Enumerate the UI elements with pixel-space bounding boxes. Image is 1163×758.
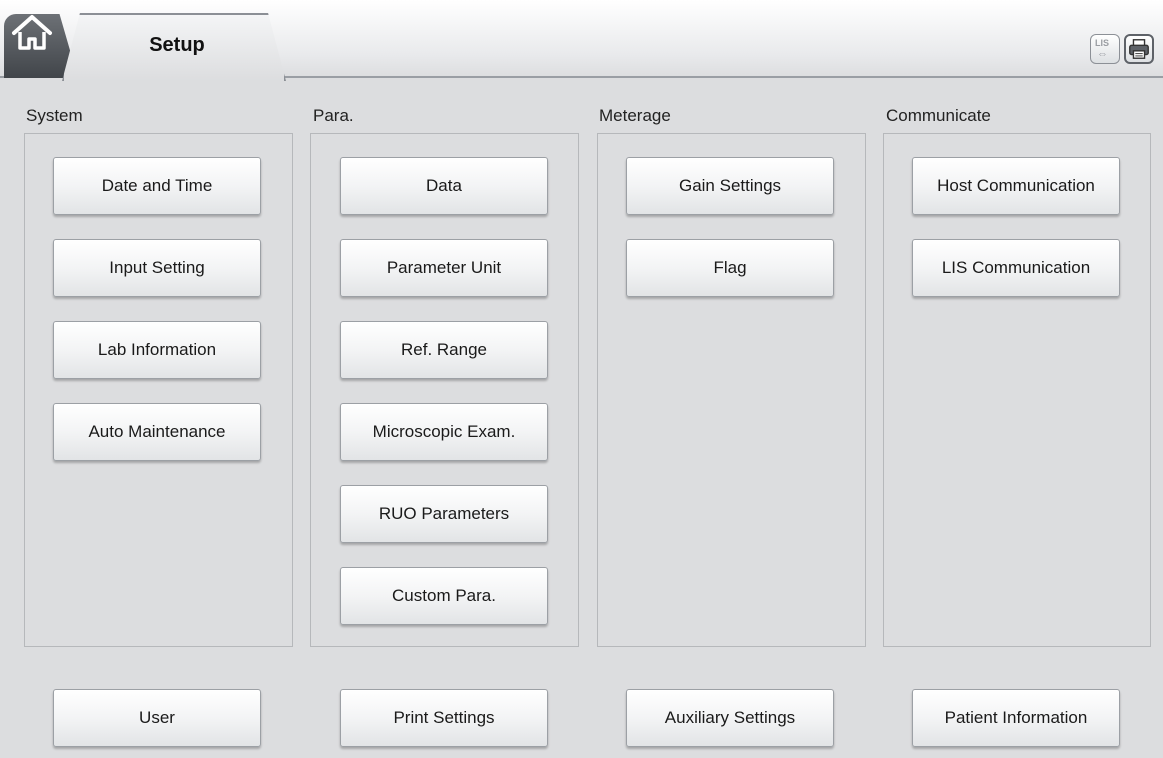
lis-icon: LIS <box>1095 38 1110 48</box>
flag-button[interactable]: Flag <box>626 239 834 297</box>
user-button[interactable]: User <box>53 689 261 747</box>
home-icon[interactable] <box>10 12 54 52</box>
tab-setup-label: Setup <box>149 34 205 56</box>
lab-information-button[interactable]: Lab Information <box>53 321 261 379</box>
section-title-meterage: Meterage <box>599 106 671 125</box>
section-title-communicate: Communicate <box>886 106 991 125</box>
date-and-time-button[interactable]: Date and Time <box>53 157 261 215</box>
parameter-unit-button[interactable]: Parameter Unit <box>340 239 548 297</box>
auxiliary-settings-button[interactable]: Auxiliary Settings <box>626 689 834 747</box>
gain-settings-button[interactable]: Gain Settings <box>626 157 834 215</box>
print-settings-button[interactable]: Print Settings <box>340 689 548 747</box>
ref-range-button[interactable]: Ref. Range <box>340 321 548 379</box>
patient-information-button[interactable]: Patient Information <box>912 689 1120 747</box>
input-setting-button[interactable]: Input Setting <box>53 239 261 297</box>
host-communication-button[interactable]: Host Communication <box>912 157 1120 215</box>
data-button[interactable]: Data <box>340 157 548 215</box>
microscopic-exam-button[interactable]: Microscopic Exam. <box>340 403 548 461</box>
ruo-parameters-button[interactable]: RUO Parameters <box>340 485 548 543</box>
print-button[interactable] <box>1124 34 1154 64</box>
lis-arrow-icon: ⇔ <box>1097 48 1108 60</box>
lis-connection-button[interactable]: LIS ⇔ <box>1090 34 1120 64</box>
auto-maintenance-button[interactable]: Auto Maintenance <box>53 403 261 461</box>
lis-communication-button[interactable]: LIS Communication <box>912 239 1120 297</box>
section-title-system: System <box>26 106 83 125</box>
section-title-para: Para. <box>313 106 354 125</box>
custom-para-button[interactable]: Custom Para. <box>340 567 548 625</box>
printer-icon <box>1129 39 1149 59</box>
